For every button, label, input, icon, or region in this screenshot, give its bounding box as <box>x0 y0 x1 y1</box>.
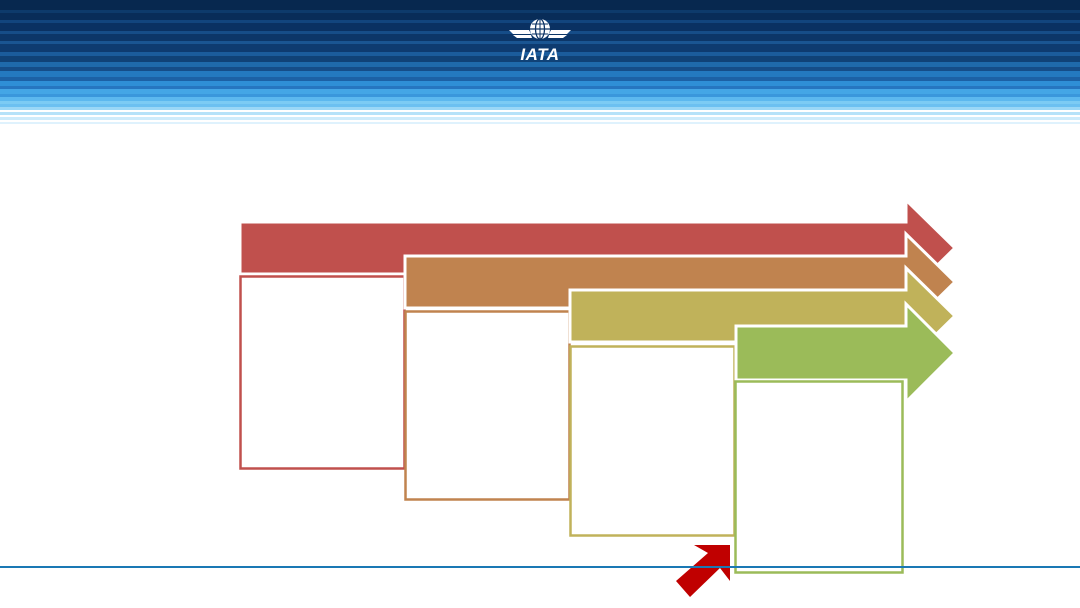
stage-4-box <box>734 380 904 574</box>
footer-line <box>0 566 1080 568</box>
stage-1-box <box>239 275 406 470</box>
diagonal-arrow-icon <box>676 545 730 597</box>
slide: IATA <box>0 0 1080 608</box>
staircase-arrow-diagram <box>238 196 958 597</box>
stage-2-box <box>404 310 571 501</box>
stage-3-box <box>569 345 736 537</box>
